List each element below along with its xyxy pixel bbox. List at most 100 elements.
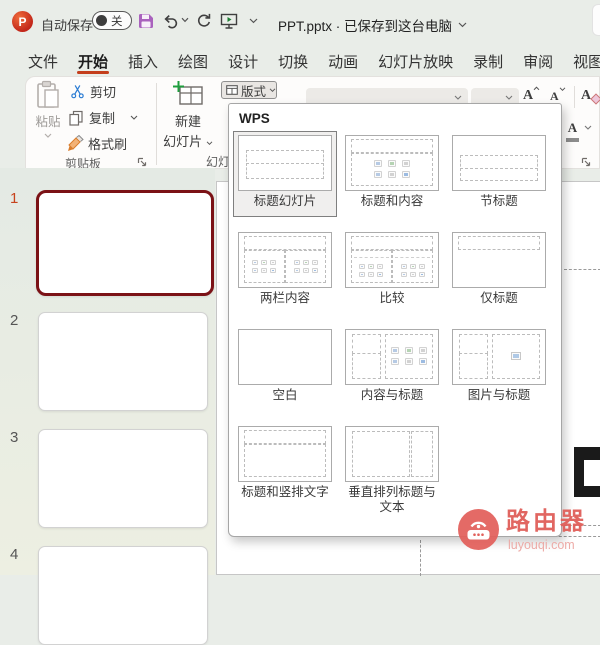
layout-option-content-caption[interactable]: 内容与标题 [340, 325, 444, 411]
layout-option-label: 标题幻灯片 [253, 194, 317, 208]
ribbon-divider [156, 83, 157, 165]
slide-thumbnail-4[interactable] [38, 546, 208, 645]
menu-tabs: 文件开始插入绘图设计切换动画幻灯片放映录制审阅视图帮助 [6, 46, 600, 76]
slide-number: 1 [10, 190, 19, 207]
layout-thumbnail-blank [238, 329, 332, 385]
layout-option-title-content[interactable]: 标题和内容 [340, 131, 444, 217]
layout-thumbnail-comparison [345, 232, 439, 288]
cut-button[interactable]: 剪切 [70, 82, 116, 101]
cut-label: 剪切 [90, 85, 117, 100]
toolbar-more-icon[interactable] [249, 18, 258, 24]
menu-tab-10[interactable]: 视图 [563, 46, 600, 76]
layout-thumbnail-title-only [452, 232, 546, 288]
clear-formatting-button[interactable]: A [581, 86, 600, 105]
scissors-icon [71, 85, 84, 99]
menu-tab-8[interactable]: 录制 [463, 46, 513, 76]
autosave-toggle[interactable]: 关 [92, 11, 132, 30]
menu-tab-6[interactable]: 动画 [318, 46, 368, 76]
layout-theme-header: WPS [239, 111, 270, 126]
layout-grid: 标题幻灯片 标题和内容 节标题 两栏内容 比较 仅标题 空白 内容与标题 图片与… [233, 131, 551, 518]
font-dialog-launcher-icon[interactable] [581, 157, 591, 167]
layout-option-two-content[interactable]: 两栏内容 [233, 228, 337, 314]
format-painter-button[interactable]: 格式刷 [67, 134, 127, 153]
format-painter-label: 格式刷 [88, 137, 128, 152]
clipboard-dialog-launcher-icon[interactable] [137, 157, 147, 167]
copy-button[interactable]: 复制 [68, 108, 138, 127]
new-slide-dropdown-icon [206, 141, 213, 146]
menu-tab-1[interactable]: 开始 [68, 46, 118, 76]
menu-tab-7[interactable]: 幻灯片放映 [368, 46, 463, 76]
menu-tab-4[interactable]: 设计 [218, 46, 268, 76]
eraser-icon [590, 93, 600, 105]
layout-option-title-only[interactable]: 仅标题 [447, 228, 551, 314]
paste-button[interactable]: 粘贴 [31, 80, 65, 139]
content-placeholder-icons [286, 251, 326, 281]
slide-thumbnail-3[interactable] [38, 429, 208, 528]
toggle-knob [96, 15, 107, 26]
content-placeholder-icons [352, 259, 392, 281]
placeholder-dashed-line [564, 269, 600, 270]
copy-icon [69, 110, 83, 126]
layout-option-label: 比较 [379, 291, 405, 305]
layout-option-vertical-title-text[interactable]: 垂直排列标题与文本 [340, 422, 444, 518]
layout-thumbnail-vertical-title-text [345, 426, 439, 482]
menu-tab-5[interactable]: 切换 [268, 46, 318, 76]
slide-number: 4 [10, 546, 19, 563]
layout-option-section-header[interactable]: 节标题 [447, 131, 551, 217]
undo-icon[interactable] [162, 12, 179, 29]
new-slide-label-line2: 幻灯片 [160, 131, 216, 150]
redo-icon[interactable] [195, 12, 212, 29]
layout-button[interactable]: 版式 [221, 81, 277, 99]
layout-thumbnail-title-slide [238, 135, 332, 191]
new-slide-label-line1: 新建 [174, 114, 201, 129]
content-placeholder-icons [352, 154, 433, 184]
layout-option-comparison[interactable]: 比较 [340, 228, 444, 314]
powerpoint-app-icon: P [12, 11, 33, 32]
titlebar-partial-control [592, 4, 600, 36]
menu-tab-2[interactable]: 插入 [118, 46, 168, 76]
layout-option-blank[interactable]: 空白 [233, 325, 337, 411]
menu-tab-3[interactable]: 绘图 [168, 46, 218, 76]
copy-label: 复制 [89, 111, 116, 126]
layout-thumbnail-title-content [345, 135, 439, 191]
title-bar: P 自动保存 关 PPT.pptx · 已保存到这台电脑 [0, 0, 600, 46]
font-name-dropdown-icon [454, 95, 462, 100]
layout-thumbnail-section-header [452, 135, 546, 191]
document-title[interactable]: PPT.pptx · 已保存到这台电脑 [278, 15, 467, 35]
undo-dropdown-icon[interactable] [181, 17, 189, 23]
layout-option-title-slide[interactable]: 标题幻灯片 [233, 131, 337, 217]
slide-thumbnail-1[interactable] [36, 190, 214, 296]
layout-option-label: 垂直排列标题与文本 [348, 485, 436, 514]
layout-option-picture-caption[interactable]: 图片与标题 [447, 325, 551, 411]
paste-clipboard-icon [36, 80, 59, 108]
layout-option-title-vertical-text[interactable]: 标题和竖排文字 [233, 422, 337, 518]
slide-thumbnail-2[interactable] [38, 312, 208, 411]
ribbon-divider [574, 86, 575, 108]
font-color-dropdown-icon [584, 125, 592, 130]
start-slideshow-icon[interactable] [219, 12, 239, 31]
paste-dropdown-icon [44, 133, 52, 138]
new-slide-icon [172, 81, 203, 105]
copy-dropdown-icon [130, 115, 138, 120]
layout-option-label: 两栏内容 [259, 291, 310, 305]
slide-thumbnail-panel: 1 2 3 4 [0, 168, 215, 645]
document-title-text: PPT.pptx · 已保存到这台电脑 [278, 19, 453, 34]
paste-label: 粘贴 [35, 115, 61, 129]
menu-tab-0[interactable]: 文件 [18, 46, 68, 76]
format-painter-icon [68, 135, 84, 151]
slide-text-fragment [574, 486, 600, 497]
slide-number: 3 [10, 429, 19, 446]
watermark-name: 路由器 [506, 508, 587, 535]
font-color-swatch [566, 138, 579, 142]
watermark-domain: luyouqi.com [508, 538, 575, 552]
layout-option-label: 空白 [272, 388, 298, 402]
increase-font-size-button[interactable]: A [523, 86, 540, 104]
content-placeholder-icons [245, 251, 285, 281]
font-color-button[interactable]: A [566, 119, 592, 142]
new-slide-button[interactable]: 新建 幻灯片 [160, 81, 216, 150]
layout-dropdown-icon [269, 87, 276, 92]
menu-tab-9[interactable]: 审阅 [513, 46, 563, 76]
layout-dropdown-panel: WPS 标题幻灯片 标题和内容 节标题 两栏内容 比较 仅标题 空白 内容与标题… [228, 103, 562, 537]
font-size-dropdown-icon [505, 95, 513, 100]
save-icon[interactable] [137, 12, 155, 30]
